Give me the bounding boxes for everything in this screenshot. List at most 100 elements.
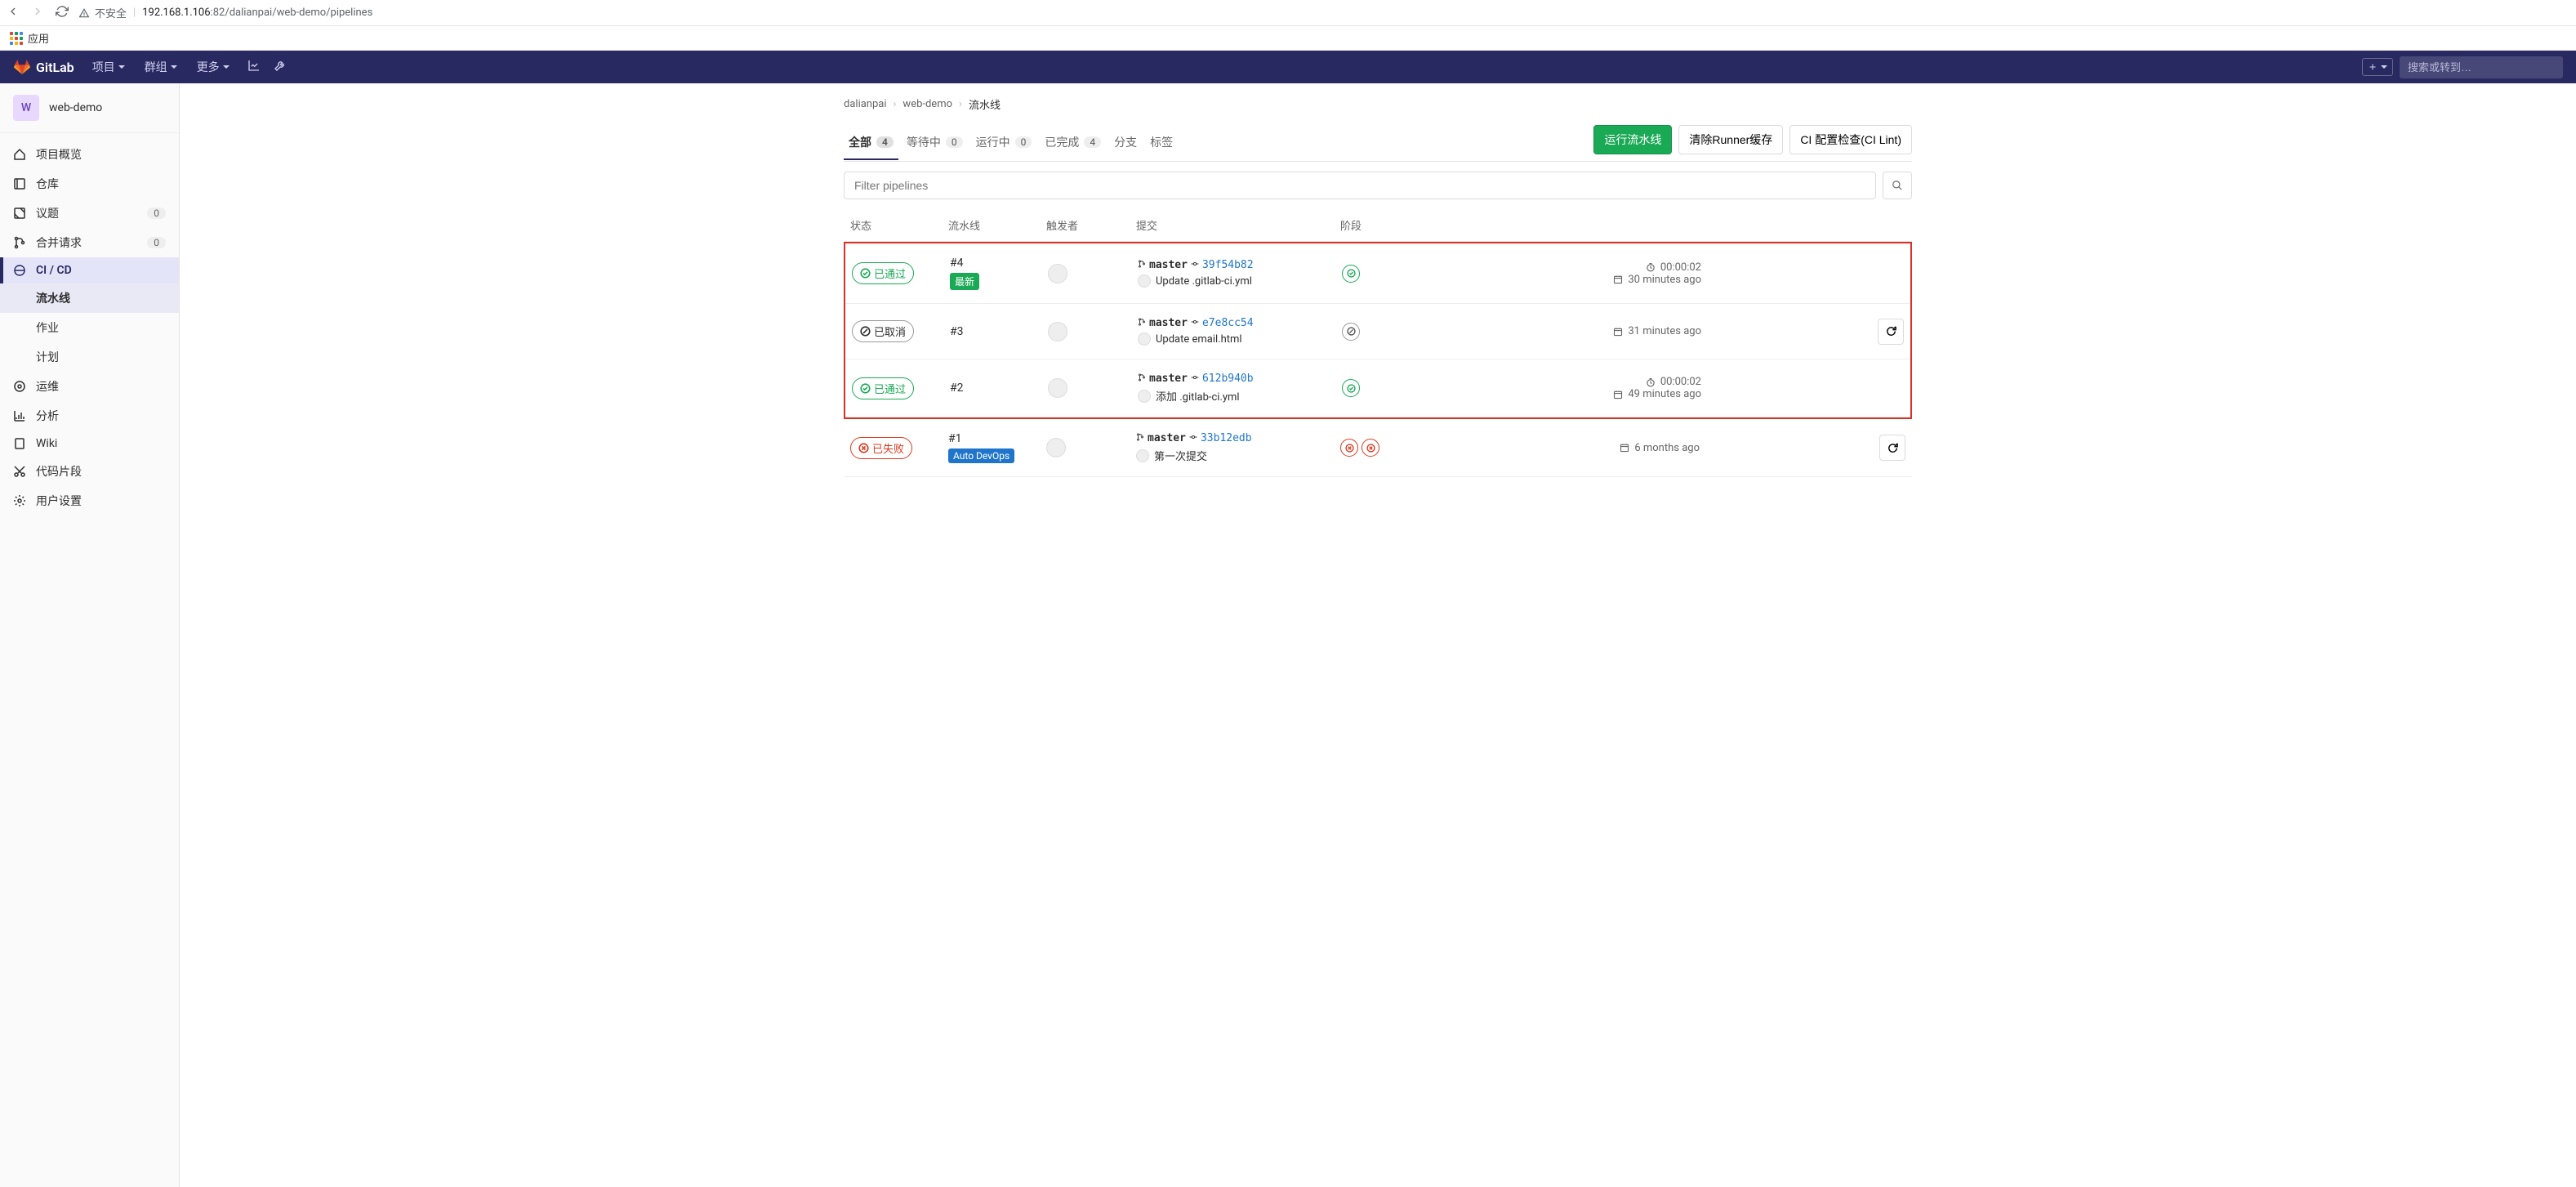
commit-icon bbox=[1191, 259, 1199, 271]
commit-sha[interactable]: 33b12edb bbox=[1201, 432, 1252, 444]
branch-icon bbox=[1138, 317, 1146, 329]
breadcrumb-link[interactable]: dalianpai bbox=[844, 98, 887, 110]
finished-ago: 31 minutes ago bbox=[1571, 325, 1701, 337]
sidebar-item-issues[interactable]: 议题0 bbox=[0, 199, 179, 228]
commit-message[interactable]: 添加 .gitlab-ci.yml bbox=[1138, 388, 1342, 404]
commit-author-avatar bbox=[1138, 390, 1151, 403]
sidebar: W web-demo 项目概览 仓库 议题0 合并请求0 CI / CD 流水线… bbox=[0, 83, 180, 1187]
commit-author-avatar bbox=[1138, 332, 1151, 346]
stage-passed-icon[interactable] bbox=[1342, 379, 1360, 397]
tab-all[interactable]: 全部4 bbox=[844, 126, 898, 160]
commit-sha[interactable]: 612b940b bbox=[1202, 373, 1254, 385]
table-header: 状态 流水线 触发者 提交 阶段 bbox=[844, 209, 1912, 242]
filter-input[interactable] bbox=[844, 172, 1876, 199]
chevron-down-icon bbox=[118, 65, 125, 69]
commit-branch[interactable]: master 612b940b bbox=[1138, 373, 1342, 385]
browser-back-icon[interactable] bbox=[7, 5, 20, 21]
sidebar-sub-pipelines[interactable]: 流水线 bbox=[0, 283, 179, 313]
sidebar-item-wiki[interactable]: Wiki bbox=[0, 431, 179, 457]
ci-lint-button[interactable]: CI 配置检查(CI Lint) bbox=[1789, 125, 1912, 154]
commit-icon bbox=[1191, 317, 1199, 329]
sidebar-item-cicd[interactable]: CI / CD bbox=[0, 257, 179, 283]
sidebar-item-analytics[interactable]: 分析 bbox=[0, 401, 179, 431]
apps-label[interactable]: 应用 bbox=[28, 30, 49, 46]
breadcrumb-link[interactable]: web-demo bbox=[902, 98, 952, 110]
breadcrumb-current: 流水线 bbox=[969, 96, 1001, 112]
new-dropdown[interactable] bbox=[2362, 58, 2393, 76]
trigger-avatar[interactable] bbox=[1048, 378, 1067, 398]
gitlab-logo[interactable]: GitLab bbox=[13, 59, 74, 75]
branch-icon bbox=[1136, 432, 1144, 444]
tab-branches[interactable]: 分支 bbox=[1109, 126, 1142, 160]
trigger-avatar[interactable] bbox=[1048, 322, 1067, 341]
status-badge-canceled[interactable]: 已取消 bbox=[852, 320, 914, 342]
browser-reload-icon[interactable] bbox=[56, 5, 69, 21]
finished-ago: 49 minutes ago bbox=[1571, 388, 1701, 400]
stage-failed-icon[interactable] bbox=[1340, 439, 1358, 457]
commit-message[interactable]: Update email.html bbox=[1138, 332, 1342, 346]
url-text[interactable]: 192.168.1.106:82/dalianpai/web-demo/pipe… bbox=[142, 7, 372, 19]
wrench-icon[interactable] bbox=[274, 59, 287, 75]
global-search-input[interactable] bbox=[2400, 56, 2563, 78]
pipeline-row: 已取消 #3 master e7e8cc54 Update email.html bbox=[845, 304, 1910, 359]
breadcrumb: dalianpai › web-demo › 流水线 bbox=[844, 96, 1912, 112]
commit-sha[interactable]: e7e8cc54 bbox=[1202, 317, 1254, 329]
branch-icon bbox=[1138, 259, 1146, 271]
sidebar-item-snippets[interactable]: 代码片段 bbox=[0, 457, 179, 486]
commit-branch[interactable]: master 39f54b82 bbox=[1138, 259, 1342, 271]
retry-button[interactable] bbox=[1878, 319, 1904, 345]
stage-passed-icon[interactable] bbox=[1342, 265, 1360, 283]
project-name: web-demo bbox=[49, 101, 102, 114]
commit-sha[interactable]: 39f54b82 bbox=[1202, 259, 1254, 271]
trigger-avatar[interactable] bbox=[1048, 264, 1067, 283]
chevron-down-icon bbox=[171, 65, 177, 69]
nav-groups[interactable]: 群组 bbox=[136, 54, 185, 80]
nav-projects[interactable]: 项目 bbox=[84, 54, 133, 80]
nav-more[interactable]: 更多 bbox=[189, 54, 238, 80]
run-pipeline-button[interactable]: 运行流水线 bbox=[1593, 125, 1672, 154]
pipeline-tabs: 全部4 等待中0 运行中0 已完成4 分支 标签 bbox=[844, 126, 1178, 160]
filter-search-button[interactable] bbox=[1883, 172, 1912, 199]
sidebar-sub-jobs[interactable]: 作业 bbox=[0, 313, 179, 342]
sidebar-item-repo[interactable]: 仓库 bbox=[0, 169, 179, 199]
clear-cache-button[interactable]: 清除Runner缓存 bbox=[1678, 125, 1783, 154]
commit-message[interactable]: Update .gitlab-ci.yml bbox=[1138, 274, 1342, 288]
insecure-badge: 不安全 bbox=[78, 5, 127, 20]
main-content: dalianpai › web-demo › 流水线 全部4 等待中0 运行中0… bbox=[831, 83, 1925, 1187]
stage-failed-icon[interactable] bbox=[1362, 439, 1379, 457]
tab-pending[interactable]: 等待中0 bbox=[902, 126, 968, 160]
pipeline-id[interactable]: #2 bbox=[950, 382, 1048, 395]
sidebar-item-overview[interactable]: 项目概览 bbox=[0, 140, 179, 169]
status-badge-passed[interactable]: 已通过 bbox=[852, 377, 914, 399]
status-badge-failed[interactable]: 已失败 bbox=[850, 437, 912, 459]
tab-finished[interactable]: 已完成4 bbox=[1040, 126, 1106, 160]
sidebar-item-merge[interactable]: 合并请求0 bbox=[0, 228, 179, 257]
stage-canceled-icon[interactable] bbox=[1342, 323, 1360, 341]
commit-message[interactable]: 第一次提交 bbox=[1136, 448, 1340, 463]
chevron-down-icon bbox=[223, 65, 230, 69]
branch-icon bbox=[1138, 373, 1146, 385]
trigger-avatar[interactable] bbox=[1046, 438, 1066, 457]
label-autodevops: Auto DevOps bbox=[948, 448, 1014, 463]
pipeline-id[interactable]: #3 bbox=[950, 325, 1048, 338]
sidebar-item-ops[interactable]: 运维 bbox=[0, 372, 179, 401]
browser-forward-icon[interactable] bbox=[31, 5, 44, 21]
sidebar-sub-schedules[interactable]: 计划 bbox=[0, 342, 179, 372]
apps-icon[interactable] bbox=[10, 32, 23, 45]
status-badge-passed[interactable]: 已通过 bbox=[852, 262, 914, 284]
commit-icon bbox=[1191, 373, 1199, 385]
project-header[interactable]: W web-demo bbox=[0, 83, 179, 133]
pipeline-row: 已失败 #1 Auto DevOps master 33b12edb 第一次提交 bbox=[844, 419, 1912, 477]
chevron-down-icon bbox=[2381, 65, 2387, 69]
pipeline-id[interactable]: #1 bbox=[948, 432, 1046, 445]
tab-tags[interactable]: 标签 bbox=[1145, 126, 1178, 160]
commit-branch[interactable]: master e7e8cc54 bbox=[1138, 317, 1342, 329]
sidebar-item-settings[interactable]: 用户设置 bbox=[0, 486, 179, 515]
retry-button[interactable] bbox=[1879, 435, 1905, 461]
commit-branch[interactable]: master 33b12edb bbox=[1136, 432, 1340, 444]
activity-icon[interactable] bbox=[247, 59, 261, 75]
tab-running[interactable]: 运行中0 bbox=[971, 126, 1037, 160]
highlight-annotation: 已通过 #4 最新 master 39f54b82 Update .gitlab… bbox=[844, 242, 1912, 419]
pipeline-id[interactable]: #4 bbox=[950, 257, 1048, 270]
finished-ago: 6 months ago bbox=[1569, 442, 1700, 454]
